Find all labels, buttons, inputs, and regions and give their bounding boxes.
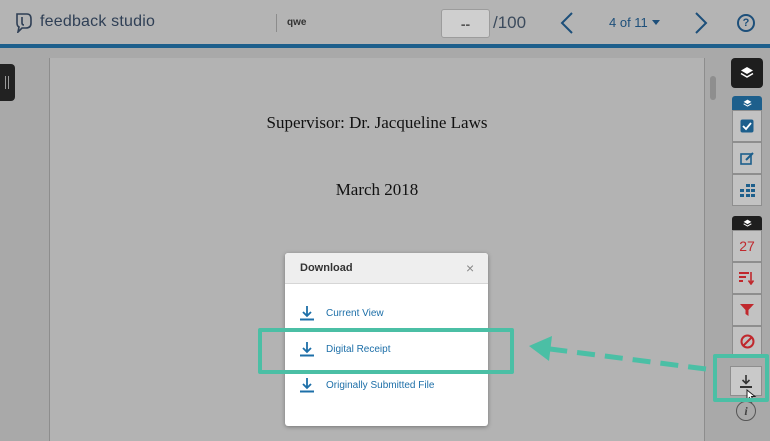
pointer-arrow <box>529 336 707 372</box>
